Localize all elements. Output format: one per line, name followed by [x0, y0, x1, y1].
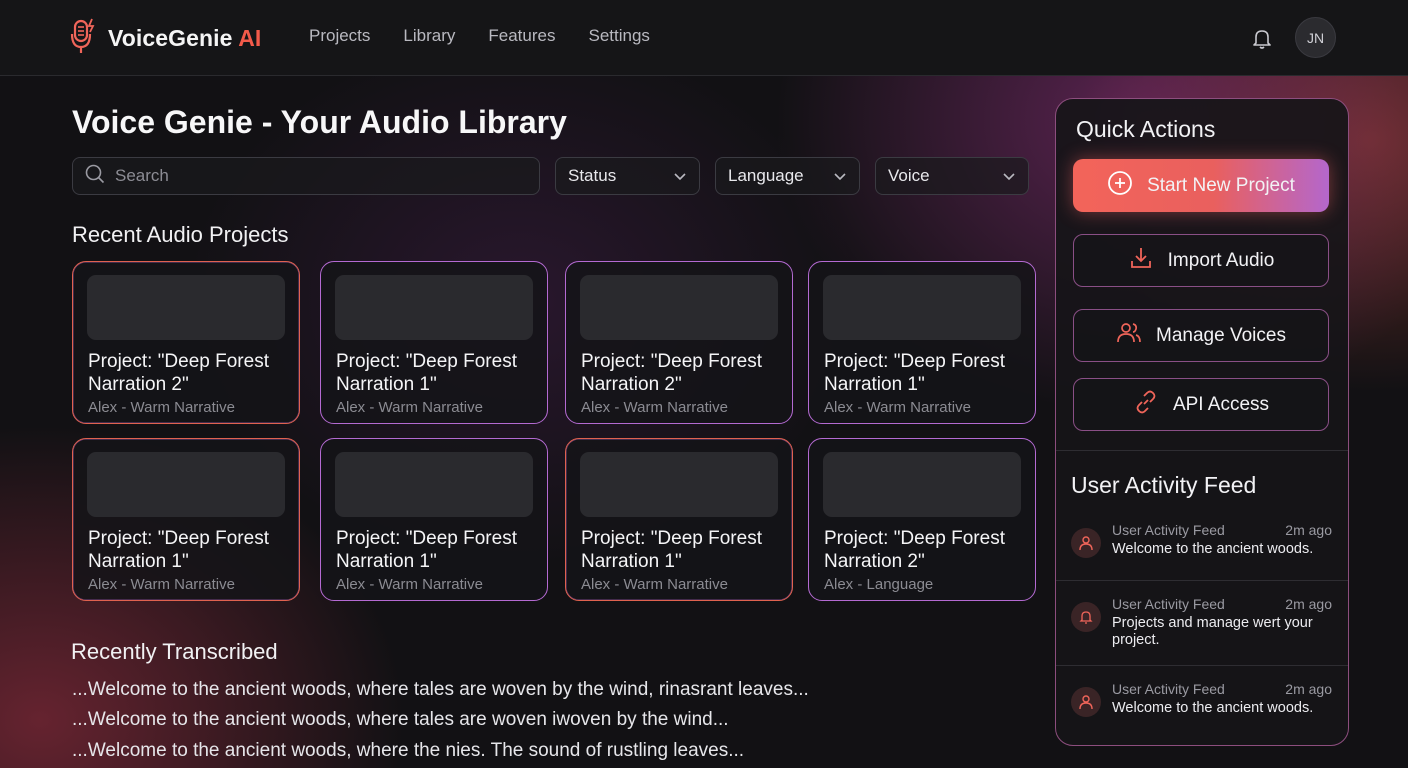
- import-audio-label: Import Audio: [1167, 249, 1275, 271]
- project-voice: Alex - Warm Narrative: [88, 576, 235, 593]
- project-title: Project: "Deep Forest Narration 2": [88, 351, 269, 395]
- project-title: Project: "Deep Forest Narration 1": [336, 351, 517, 395]
- activity-message: Projects and manage wert your project.: [1112, 615, 1313, 648]
- project-card[interactable]: Project: "Deep Forest Narration 1" Alex …: [320, 261, 548, 424]
- activity-item[interactable]: User Activity Feed 2m ago Projects and m…: [1056, 596, 1348, 652]
- activity-time: 2m ago: [1285, 522, 1332, 538]
- project-card[interactable]: Project: "Deep Forest Narration 2" Alex …: [565, 261, 793, 424]
- waveform: [823, 452, 1021, 517]
- activity-source: User Activity Feed: [1112, 522, 1225, 538]
- recent-projects-title: Recent Audio Projects: [72, 222, 289, 247]
- activity-source: User Activity Feed: [1112, 681, 1225, 697]
- project-title: Project: "Deep Forest Narration 2": [824, 528, 1005, 572]
- api-access-button[interactable]: API Access: [1073, 378, 1329, 431]
- project-title: Project: "Deep Forest Narration 1": [824, 351, 1005, 395]
- manage-voices-button[interactable]: Manage Voices: [1073, 309, 1329, 362]
- activity-feed-title: User Activity Feed: [1071, 472, 1257, 498]
- voice-filter-label: Voice: [888, 166, 930, 185]
- activity-item[interactable]: User Activity Feed 2m ago Welcome to the…: [1056, 681, 1348, 731]
- project-voice: Alex - Warm Narrative: [581, 399, 728, 416]
- top-bar: VoiceGenie AI Projects Library Features …: [0, 0, 1408, 76]
- search-input[interactable]: [115, 166, 515, 186]
- divider: [1056, 580, 1348, 581]
- chevron-down-icon: [833, 166, 847, 186]
- activity-source: User Activity Feed: [1112, 596, 1225, 612]
- divider: [1056, 665, 1348, 666]
- status-filter-label: Status: [568, 166, 617, 185]
- start-new-project-label: Start New Project: [1147, 174, 1295, 196]
- recently-transcribed-title: Recently Transcribed: [71, 639, 278, 664]
- waveform: [87, 452, 285, 517]
- main-nav: Projects Library Features Settings: [309, 26, 650, 46]
- waveform: [335, 275, 533, 340]
- brand-name: VoiceGenie AI: [108, 24, 262, 51]
- language-filter[interactable]: Language: [715, 157, 860, 195]
- project-title: Project: "Deep Forest Narration 1": [581, 528, 762, 572]
- project-card[interactable]: Project: "Deep Forest Narration 1" Alex …: [72, 438, 300, 601]
- divider: [1056, 450, 1348, 451]
- bell-icon: [1071, 602, 1101, 632]
- waveform: [580, 275, 778, 340]
- project-voice: Alex - Warm Narrative: [336, 576, 483, 593]
- search-icon: [85, 164, 105, 189]
- chevron-down-icon: [1002, 166, 1016, 186]
- waveform: [823, 275, 1021, 340]
- status-filter[interactable]: Status: [555, 157, 700, 195]
- plus-circle-icon: [1107, 170, 1133, 202]
- notification-bell-icon[interactable]: [1250, 26, 1274, 50]
- activity-item[interactable]: User Activity Feed 2m ago Welcome to the…: [1056, 522, 1348, 572]
- project-card[interactable]: Project: "Deep Forest Narration 1" Alex …: [320, 438, 548, 601]
- user-icon: [1071, 528, 1101, 558]
- brand-logo[interactable]: VoiceGenie AI: [70, 18, 261, 58]
- project-card[interactable]: Project: "Deep Forest Narration 1" Alex …: [565, 438, 793, 601]
- project-card[interactable]: Project: "Deep Forest Narration 2" Alex …: [808, 438, 1036, 601]
- nav-projects[interactable]: Projects: [309, 26, 370, 46]
- activity-message: Welcome to the ancient woods.: [1112, 700, 1314, 716]
- project-voice: Alex - Language: [824, 576, 934, 593]
- quick-actions-title: Quick Actions: [1076, 116, 1216, 142]
- activity-message: Welcome to the ancient woods.: [1112, 541, 1314, 557]
- microphone-icon: [70, 17, 98, 60]
- project-card[interactable]: Project: "Deep Forest Narration 2" Alex …: [72, 261, 300, 424]
- voice-filter[interactable]: Voice: [875, 157, 1029, 195]
- project-voice: Alex - Warm Narrative: [336, 399, 483, 416]
- nav-settings[interactable]: Settings: [588, 26, 649, 46]
- waveform: [87, 275, 285, 340]
- manage-voices-label: Manage Voices: [1156, 324, 1286, 346]
- api-access-label: API Access: [1172, 393, 1270, 415]
- project-title: Project: "Deep Forest Narration 1": [88, 528, 269, 572]
- download-icon: [1128, 245, 1154, 277]
- language-filter-label: Language: [728, 166, 804, 185]
- waveform: [335, 452, 533, 517]
- activity-time: 2m ago: [1285, 596, 1332, 612]
- project-voice: Alex - Warm Narrative: [824, 399, 971, 416]
- user-avatar[interactable]: JN: [1295, 17, 1336, 58]
- import-audio-button[interactable]: Import Audio: [1073, 234, 1329, 287]
- project-voice: Alex - Warm Narrative: [581, 576, 728, 593]
- chevron-down-icon: [673, 166, 687, 186]
- nav-features[interactable]: Features: [488, 26, 555, 46]
- project-card[interactable]: Project: "Deep Forest Narration 1" Alex …: [808, 261, 1036, 424]
- waveform: [580, 452, 778, 517]
- users-icon: [1116, 320, 1142, 352]
- transcript-line[interactable]: ...Welcome to the ancient woods, where t…: [72, 740, 744, 762]
- project-voice: Alex - Warm Narrative: [88, 399, 235, 416]
- project-title: Project: "Deep Forest Narration 1": [336, 528, 517, 572]
- transcript-line[interactable]: ...Welcome to the ancient woods, where t…: [72, 709, 729, 731]
- side-panel: Quick Actions Start New Project Import A…: [1055, 98, 1349, 746]
- project-title: Project: "Deep Forest Narration 2": [581, 351, 762, 395]
- search-box[interactable]: [72, 157, 540, 195]
- page-title: Voice Genie - Your Audio Library: [72, 104, 567, 140]
- start-new-project-button[interactable]: Start New Project: [1073, 159, 1329, 212]
- user-icon: [1071, 687, 1101, 717]
- link-icon: [1133, 389, 1159, 421]
- nav-library[interactable]: Library: [403, 26, 455, 46]
- activity-time: 2m ago: [1285, 681, 1332, 697]
- transcript-line[interactable]: ...Welcome to the ancient woods, where t…: [72, 679, 809, 701]
